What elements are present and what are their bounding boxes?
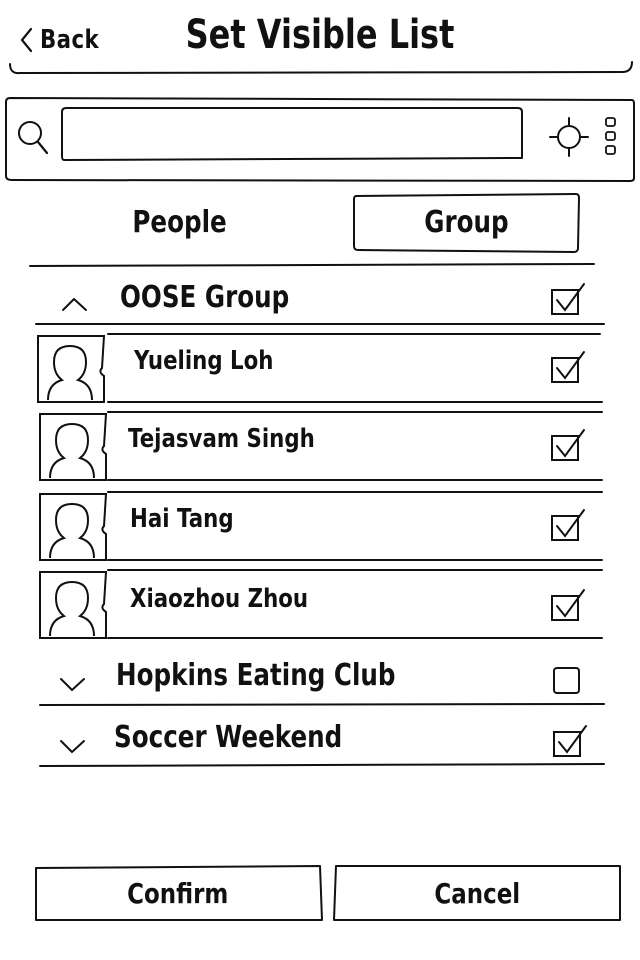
member-name: Xiaozhou Zhou [130, 584, 309, 614]
group-checkbox[interactable] [548, 282, 588, 318]
avatar [38, 492, 110, 562]
search-input[interactable] [64, 108, 520, 160]
member-checkbox[interactable] [548, 350, 588, 386]
member-name: Hai Tang [130, 504, 234, 534]
tab-group-label: Group [423, 204, 509, 240]
confirm-label: Confirm [127, 876, 229, 910]
menu-dots-icon[interactable] [600, 114, 622, 158]
member-checkbox[interactable] [548, 428, 588, 464]
page-title: Set Visible List [185, 12, 455, 58]
group-checkbox[interactable] [550, 724, 590, 760]
member-checkbox[interactable] [548, 588, 588, 624]
cancel-label: Cancel [434, 876, 520, 910]
group-row-label: Soccer Weekend [114, 720, 343, 755]
avatar [36, 334, 108, 404]
group-row-label: Hopkins Eating Club [116, 658, 396, 693]
chevron-up-icon[interactable] [60, 290, 90, 314]
locate-icon[interactable] [548, 116, 590, 158]
chevron-left-icon [20, 27, 33, 53]
member-name: Tejasvam Singh [128, 424, 315, 454]
tab-people-label: People [132, 204, 228, 240]
chevron-down-icon[interactable] [58, 736, 88, 756]
chevron-down-icon[interactable] [58, 674, 88, 694]
avatar [38, 570, 110, 640]
cancel-button[interactable]: Cancel [334, 866, 620, 920]
group-row-label: OOSE Group [120, 280, 290, 315]
search-icon[interactable] [14, 116, 52, 156]
confirm-button[interactable]: Confirm [34, 866, 322, 920]
member-checkbox[interactable] [548, 508, 588, 544]
tab-group[interactable]: Group [354, 194, 578, 250]
member-name: Yueling Loh [134, 346, 274, 376]
avatar [38, 412, 110, 482]
tab-people[interactable]: People [100, 196, 260, 248]
group-checkbox[interactable] [552, 666, 582, 696]
